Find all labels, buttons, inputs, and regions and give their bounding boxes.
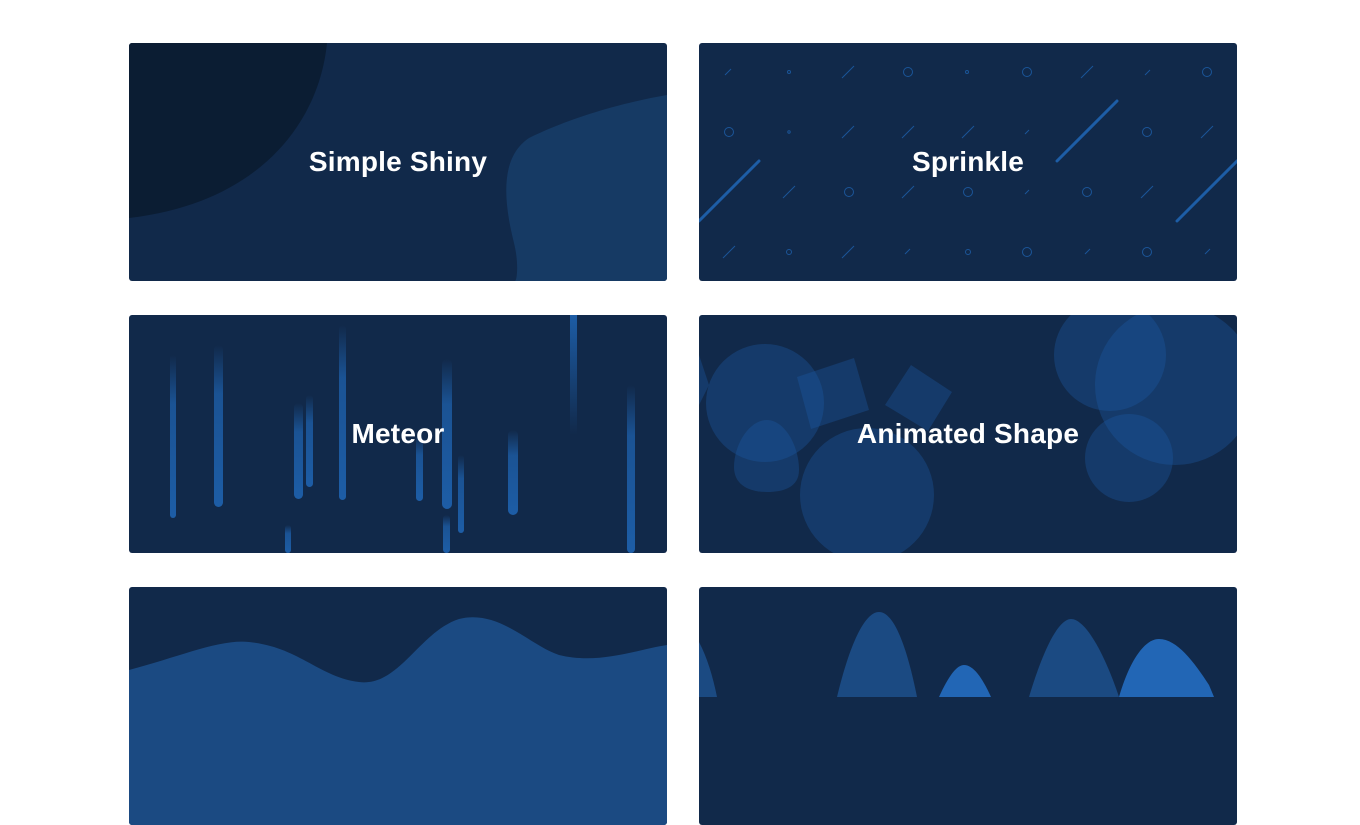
simple-shiny-preview: [129, 43, 667, 281]
card-animated-shape[interactable]: Animated Shape: [699, 315, 1237, 553]
card-meteor[interactable]: Meteor: [129, 315, 667, 553]
card-wave[interactable]: [129, 587, 667, 825]
sprinkle-preview: [699, 43, 1237, 281]
card-peaks[interactable]: [699, 587, 1237, 825]
animated-shape-preview: [699, 315, 1237, 553]
card-sprinkle[interactable]: Sprinkle: [699, 43, 1237, 281]
meteor-preview: [129, 315, 667, 553]
card-simple-shiny[interactable]: Simple Shiny: [129, 43, 667, 281]
wave-preview: [129, 587, 667, 825]
peaks-preview: [699, 587, 1237, 825]
